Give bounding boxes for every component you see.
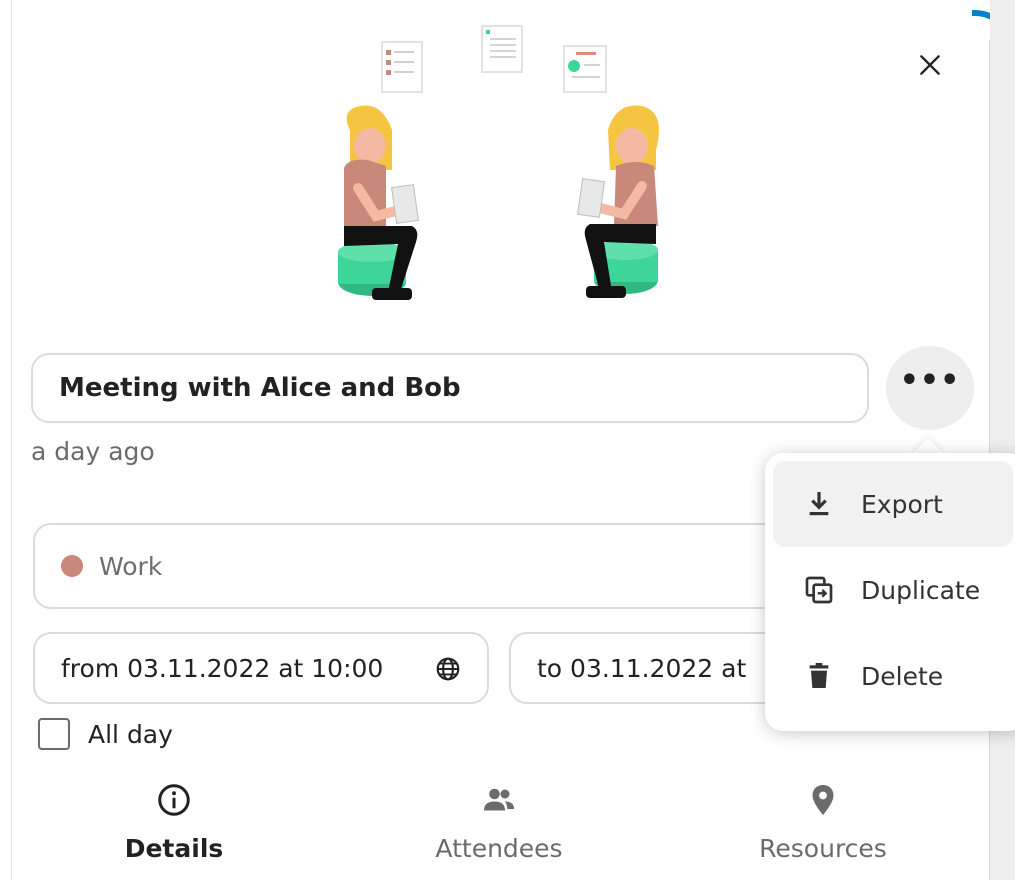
- end-date-field[interactable]: to 03.11.2022 at: [509, 632, 809, 704]
- calendar-name: Work: [99, 551, 163, 581]
- document-icon: [381, 41, 423, 93]
- calendar-color-dot: [61, 555, 83, 577]
- all-day-label: All day: [88, 719, 173, 749]
- two-people-meeting-illustration: [338, 25, 659, 300]
- location-pin-icon: [812, 785, 834, 815]
- menu-item-label: Delete: [861, 661, 944, 691]
- people-icon: [484, 788, 514, 811]
- document-icon: [563, 45, 607, 93]
- download-icon: [809, 492, 829, 516]
- globe-icon[interactable]: [435, 656, 461, 682]
- person-right: [577, 105, 659, 298]
- last-modified-text: a day ago: [31, 437, 155, 466]
- more-horizontal-icon: •••: [899, 363, 961, 398]
- right-panel-edge: [990, 0, 1015, 880]
- event-title-input[interactable]: [31, 353, 869, 423]
- tab-resources-label: Resources: [759, 834, 887, 863]
- start-date-field[interactable]: from 03.11.2022 at 10:00: [33, 632, 489, 704]
- end-date-text: to 03.11.2022 at: [537, 653, 747, 683]
- tab-details-label: Details: [124, 834, 224, 863]
- all-day-checkbox[interactable]: [38, 718, 70, 750]
- trash-icon: [809, 662, 829, 688]
- menu-item-delete[interactable]: Delete: [773, 633, 1013, 719]
- calendar-picker[interactable]: Work: [33, 523, 793, 609]
- actions-menu: Export Duplicate Delete: [765, 453, 1015, 731]
- left-panel-edge: [0, 0, 12, 880]
- all-day-toggle[interactable]: All day: [38, 718, 173, 750]
- more-actions-button[interactable]: •••: [886, 346, 974, 430]
- menu-item-duplicate[interactable]: Duplicate: [773, 547, 1013, 633]
- info-icon: [158, 784, 190, 816]
- close-button[interactable]: [905, 40, 955, 90]
- document-icon: [481, 25, 523, 73]
- person-left: [338, 105, 419, 300]
- tab-details[interactable]: Details: [64, 778, 284, 880]
- close-icon: [920, 55, 940, 75]
- menu-item-export[interactable]: Export: [773, 461, 1013, 547]
- start-date-text: from 03.11.2022 at 10:00: [61, 653, 384, 683]
- tab-attendees[interactable]: Attendees: [389, 778, 609, 880]
- tab-attendees-label: Attendees: [435, 834, 563, 863]
- menu-item-label: Export: [861, 489, 943, 519]
- menu-item-label: Duplicate: [861, 575, 981, 605]
- duplicate-icon: [805, 576, 833, 604]
- tab-resources[interactable]: Resources: [713, 778, 933, 880]
